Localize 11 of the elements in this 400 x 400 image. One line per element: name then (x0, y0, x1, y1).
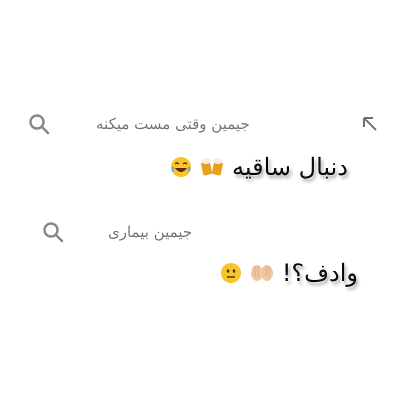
suggestion-text[interactable]: جیمین وقتی مست میکنه (96, 115, 250, 133)
beer-mugs-icon (200, 156, 224, 178)
caption-text: دنبال ساقیه (232, 153, 348, 181)
search-icon (28, 113, 50, 135)
caption-text: وادف؟! (282, 259, 358, 287)
arrow-icon[interactable] (362, 116, 378, 132)
suggestion-text[interactable]: جیمین بیماری (108, 223, 192, 241)
open-hands-icon (250, 263, 274, 283)
search-icon (42, 221, 64, 243)
laughing-face-icon (170, 156, 192, 178)
neutral-face-icon (220, 262, 242, 284)
